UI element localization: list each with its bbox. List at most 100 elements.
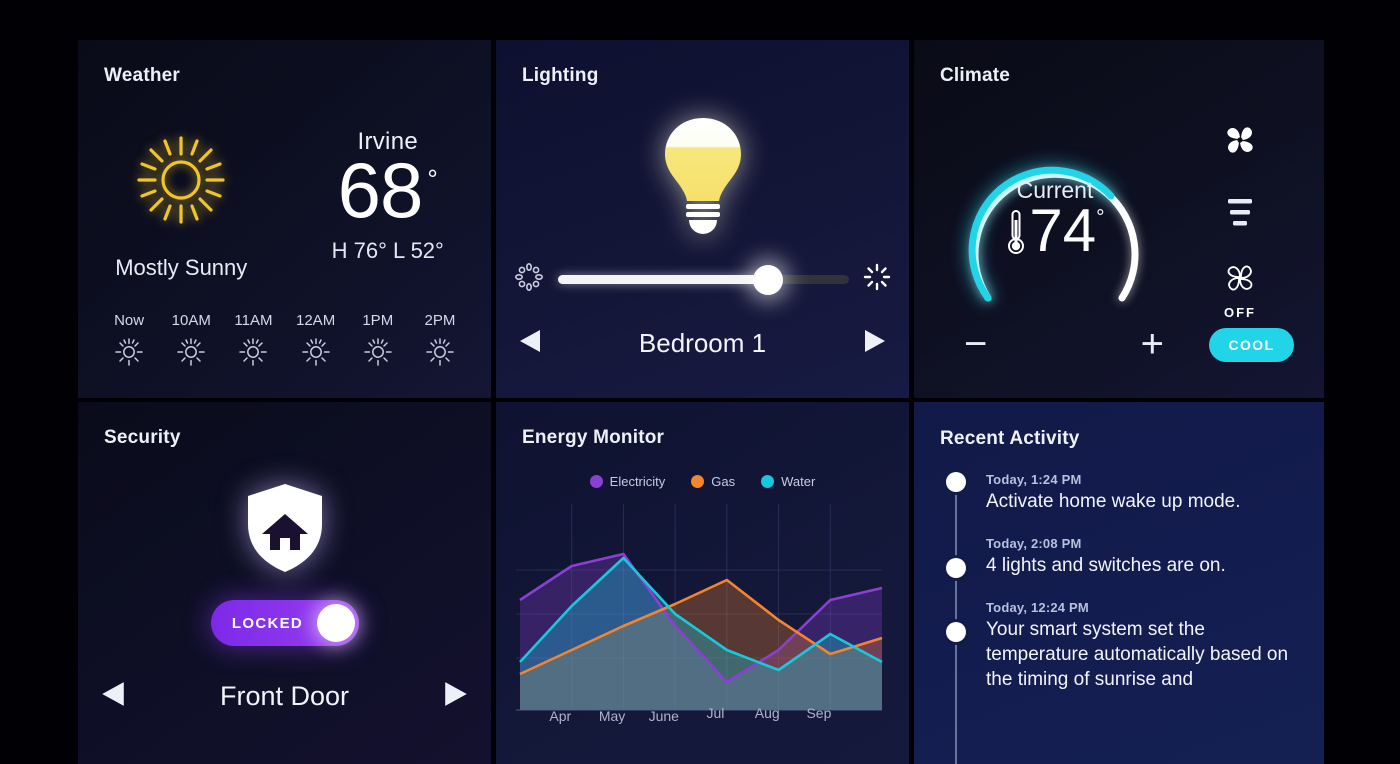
activity-timestamp: Today, 1:24 PM [986, 472, 1082, 487]
sun-small-icon [285, 337, 347, 372]
weather-temp-block: Irvine 68 ° H 76° L 52° [285, 128, 492, 264]
legend-item[interactable]: Water [761, 474, 815, 489]
brightness-slider[interactable] [514, 262, 891, 297]
energy-title: Energy Monitor [522, 427, 665, 448]
climate-panel: Climate Current 74 ° − + OFF COOL [914, 40, 1324, 398]
temperature-gauge[interactable]: Current 74 ° [944, 120, 1166, 325]
brightness-knob[interactable] [752, 264, 783, 295]
weather-high-low: H 76° L 52° [331, 237, 444, 263]
security-device-selector: Front Door [100, 680, 469, 713]
temperature-increase-button[interactable]: + [1141, 324, 1164, 364]
forecast-hour-label: 11AM [234, 312, 273, 329]
security-title: Security [104, 427, 181, 448]
sun-small-icon [409, 337, 471, 372]
arrow-left-icon[interactable] [518, 328, 542, 359]
arrow-right-icon[interactable] [443, 680, 469, 713]
activity-text: 4 lights and switches are on. [986, 555, 1226, 577]
climate-degree-symbol: ° [1096, 205, 1105, 229]
dim-icon [514, 262, 544, 297]
sun-icon [78, 128, 285, 237]
arrow-right-icon[interactable] [863, 328, 887, 359]
activity-dot-icon [946, 622, 966, 643]
cool-mode-label: COOL [1228, 337, 1275, 353]
legend-label: Water [781, 474, 816, 489]
sun-small-icon [98, 337, 160, 372]
fan-filled-icon[interactable] [1186, 118, 1294, 167]
weather-condition-block: Mostly Sunny [78, 128, 285, 281]
weather-hourly-forecast: Now 10AM 11AM 12AM 1PM 2PM [98, 312, 471, 372]
forecast-hour: 10AM [160, 312, 222, 372]
forecast-hour-label: 1PM [362, 312, 394, 329]
security-panel: Security LOCKED Front Door [78, 402, 491, 764]
chart-x-label: Jul [706, 705, 725, 721]
lighting-room-selector: Bedroom 1 [518, 328, 887, 359]
arrow-left-icon[interactable] [100, 680, 126, 713]
forecast-hour: Now [98, 312, 160, 372]
chart-x-label: Aug [754, 705, 780, 721]
chart-legend: Electricity Gas Water [496, 474, 909, 489]
activity-title: Recent Activity [940, 428, 1080, 449]
legend-color-dot [691, 475, 705, 488]
sun-small-icon [160, 337, 222, 372]
weather-degree-symbol: ° [427, 164, 438, 194]
fan-outline-icon[interactable] [1186, 258, 1294, 303]
activity-list: Today, 1:24 PM Activate home wake up mod… [914, 472, 1308, 714]
chart-x-label: May [598, 708, 626, 724]
lock-toggle-knob[interactable] [316, 604, 355, 642]
climate-title: Climate [940, 65, 1011, 86]
activity-item[interactable]: Today, 2:08 PM 4 lights and switches are… [914, 536, 1308, 579]
activity-text: Your smart system set the temperature au… [986, 619, 1289, 691]
cool-mode-button[interactable]: COOL [1209, 328, 1294, 362]
lightbulb-icon[interactable] [496, 112, 909, 245]
weather-panel: Weather Mostly Sunny Irvine 68 ° H 76° L… [78, 40, 491, 398]
forecast-hour: 12AM [285, 312, 347, 372]
activity-item[interactable]: Today, 12:24 PM Your smart system set th… [914, 600, 1308, 692]
weather-current: Mostly Sunny Irvine 68 ° H 76° L 52° [78, 128, 491, 281]
chart-x-label: June [648, 708, 679, 724]
climate-temperature: 74 [1029, 196, 1097, 264]
legend-label: Gas [711, 474, 736, 489]
forecast-hour-label: 12AM [296, 312, 336, 329]
thermometer-icon [1005, 208, 1027, 261]
sun-small-icon [222, 337, 284, 372]
bright-icon [863, 263, 891, 296]
activity-item[interactable]: Today, 1:24 PM Activate home wake up mod… [914, 472, 1308, 514]
lighting-panel: Lighting Bedroom 1 [496, 40, 909, 398]
activity-text: Activate home wake up mode. [986, 491, 1241, 512]
dashboard-grid: Weather Mostly Sunny Irvine 68 ° H 76° L… [78, 40, 1324, 764]
activity-timestamp: Today, 12:24 PM [986, 600, 1089, 616]
temperature-stepper: − + [964, 324, 1164, 364]
forecast-hour-label: Now [114, 312, 145, 329]
energy-chart [514, 502, 888, 722]
legend-item[interactable]: Gas [691, 474, 735, 489]
lighting-title: Lighting [522, 65, 599, 86]
forecast-hour: 1PM [347, 312, 409, 372]
forecast-hour: 11AM [222, 312, 284, 372]
energy-monitor-panel: Energy Monitor Electricity Gas Water Apr… [496, 402, 909, 764]
security-device-label: Front Door [219, 681, 350, 711]
fan-speed-bars-icon[interactable] [1186, 195, 1294, 236]
legend-item[interactable]: Electricity [589, 474, 665, 489]
lock-toggle[interactable]: LOCKED [210, 600, 359, 646]
lighting-room-label: Bedroom 1 [638, 328, 767, 358]
fan-controls: OFF [1186, 118, 1294, 320]
chart-x-label: Apr [549, 708, 572, 724]
legend-color-dot [589, 475, 603, 488]
forecast-hour-label: 2PM [424, 312, 456, 329]
brightness-track[interactable] [558, 264, 849, 295]
weather-condition-label: Mostly Sunny [115, 255, 248, 280]
gauge-readout: Current 74 ° [944, 120, 1166, 320]
shield-home-icon [78, 480, 491, 581]
recent-activity-panel: Recent Activity Today, 1:24 PM Activate … [914, 402, 1324, 764]
lock-state-label: LOCKED [231, 614, 304, 632]
weather-temperature: 68 [337, 146, 424, 234]
activity-timestamp: Today, 2:08 PM [986, 536, 1082, 552]
sun-small-icon [347, 337, 409, 372]
weather-title: Weather [104, 65, 181, 86]
chart-x-label: Sep [806, 705, 832, 721]
forecast-hour-label: 10AM [171, 312, 211, 329]
forecast-hour: 2PM [409, 312, 471, 372]
activity-dot-icon [946, 558, 966, 579]
brightness-fill [558, 275, 768, 284]
temperature-decrease-button[interactable]: − [964, 324, 987, 364]
